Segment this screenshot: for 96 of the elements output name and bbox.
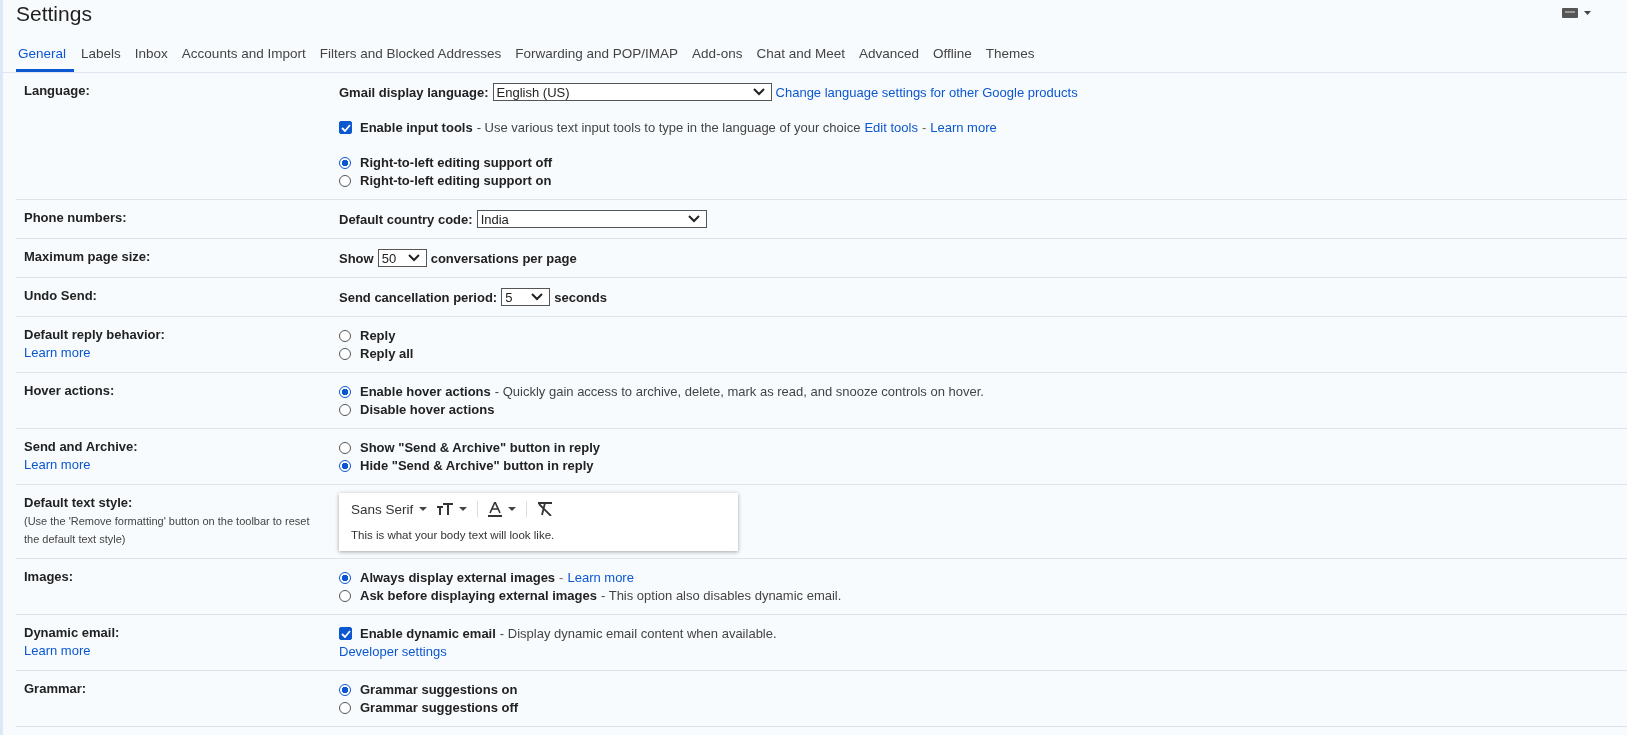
option-label: Grammar suggestions on <box>360 682 518 697</box>
setting-label: Default text style: <box>24 495 134 510</box>
option-label: Right-to-left editing support off <box>360 155 553 170</box>
radio-button[interactable] <box>339 589 351 602</box>
caret-icon <box>508 507 517 511</box>
text-color-button[interactable] <box>488 501 517 517</box>
description-text: - This option also disables dynamic email. <box>601 588 842 603</box>
option-label: Enable dynamic email <box>360 626 496 641</box>
caret-icon <box>1584 11 1591 15</box>
preview-text: This is what your body text will look like. <box>351 529 556 541</box>
radio-button[interactable] <box>339 156 351 169</box>
page-title: Settings <box>16 2 92 26</box>
font-size-button[interactable] <box>437 503 468 515</box>
field-label: Gmail display language: <box>339 84 489 100</box>
dropdown[interactable]: 50 <box>377 249 427 267</box>
remove-formatting-icon <box>537 502 554 516</box>
settings-tab[interactable]: General <box>16 46 75 72</box>
setting-label: Undo Send: <box>24 288 98 303</box>
learn-more-link[interactable]: Learn more <box>24 457 91 472</box>
option-label: Always display external images <box>360 570 556 585</box>
separator-text: - <box>559 570 564 585</box>
option-label: Ask before displaying external images <box>360 588 597 603</box>
keyboard-button[interactable] <box>1562 8 1591 18</box>
settings-tab[interactable]: Labels <box>74 46 128 72</box>
setting-label: Language: <box>24 83 91 98</box>
radio-button[interactable] <box>339 701 351 714</box>
setting-label: Send and Archive: <box>24 439 139 454</box>
option-label: Grammar suggestions off <box>360 700 519 715</box>
radio-button[interactable] <box>339 683 351 696</box>
checkbox[interactable] <box>339 627 352 640</box>
option-label: Reply <box>360 328 396 343</box>
link[interactable]: Edit tools <box>864 120 918 135</box>
setting-label: Hover actions: <box>24 383 116 398</box>
checkmark-icon <box>340 629 351 638</box>
chevron-down-icon <box>687 215 700 223</box>
radio-button[interactable] <box>339 347 351 360</box>
field-label: Show <box>339 250 374 266</box>
option-label: Enable hover actions <box>360 384 491 399</box>
radio-button[interactable] <box>339 174 351 187</box>
dropdown[interactable]: India <box>476 210 707 228</box>
dropdown[interactable]: English (US) <box>492 83 772 101</box>
caret-icon <box>419 507 428 511</box>
chevron-down-icon <box>752 88 765 96</box>
radio-button[interactable] <box>339 459 351 472</box>
setting-label: Phone numbers: <box>24 210 128 225</box>
radio-button[interactable] <box>339 441 351 454</box>
remove-formatting-button[interactable] <box>537 502 554 516</box>
dropdown[interactable]: 5 <box>501 288 551 306</box>
settings-tab[interactable]: Add-ons <box>685 46 750 72</box>
option-label: Hide "Send & Archive" button in reply <box>360 458 594 473</box>
text-color-icon <box>488 501 503 517</box>
keyboard-icon <box>1562 8 1578 18</box>
field-suffix: seconds <box>554 289 607 305</box>
setting-note: (Use the 'Remove formatting' button on the toolbar to reset the default text style) <box>24 514 311 547</box>
settings-tab[interactable]: Advanced <box>851 46 926 72</box>
separator-text: - <box>921 120 927 135</box>
option-label: Reply all <box>360 346 414 361</box>
link[interactable]: Developer settings <box>339 644 447 659</box>
radio-button[interactable] <box>339 385 351 398</box>
option-label: Disable hover actions <box>360 402 495 417</box>
settings-tab[interactable]: Offline <box>926 46 979 72</box>
checkmark-icon <box>340 123 351 132</box>
option-label: Show "Send & Archive" button in reply <box>360 440 601 455</box>
learn-more-link[interactable]: Learn more <box>24 345 91 360</box>
settings-tab[interactable]: Chat and Meet <box>749 46 852 72</box>
field-label: Default country code: <box>339 211 473 227</box>
settings-tab[interactable]: Accounts and Import <box>174 46 313 72</box>
font-dropdown[interactable]: Sans Serif <box>351 501 428 517</box>
settings-tab[interactable]: Forwarding and POP/IMAP <box>508 46 686 72</box>
description-text: - Quickly gain access to archive, delete, mark as read, and snooze controls on hover. <box>494 384 984 399</box>
description-text: - Display dynamic email content when available. <box>499 626 777 641</box>
settings-tab[interactable]: Filters and Blocked Addresses <box>312 46 509 72</box>
setting-label: Grammar: <box>24 681 88 696</box>
link[interactable]: Change language settings for other Google products <box>775 84 1078 100</box>
link[interactable]: Learn more <box>567 570 634 585</box>
caret-icon <box>459 507 468 511</box>
settings-tab[interactable]: Inbox <box>127 46 175 72</box>
radio-button[interactable] <box>339 571 351 584</box>
setting-label: Dynamic email: <box>24 625 121 640</box>
field-suffix: conversations per page <box>430 250 577 266</box>
settings-tab[interactable]: Themes <box>978 46 1042 72</box>
checkbox[interactable] <box>339 121 352 134</box>
option-label: Enable input tools <box>360 120 473 135</box>
radio-button[interactable] <box>339 403 351 416</box>
setting-label: Default reply behavior: <box>24 327 166 342</box>
setting-label: Images: <box>24 569 75 584</box>
learn-more-link[interactable]: Learn more <box>24 643 91 658</box>
chevron-down-icon <box>531 293 544 301</box>
text-size-icon <box>437 503 454 515</box>
chevron-down-icon <box>407 254 420 262</box>
description-text: - Use various text input tools to type in the language of your choice <box>476 120 861 135</box>
link[interactable]: Learn more <box>930 120 997 135</box>
field-label: Send cancellation period: <box>339 289 498 305</box>
option-label: Right-to-left editing support on <box>360 173 552 188</box>
radio-button[interactable] <box>339 329 351 342</box>
setting-label: Maximum page size: <box>24 249 152 264</box>
